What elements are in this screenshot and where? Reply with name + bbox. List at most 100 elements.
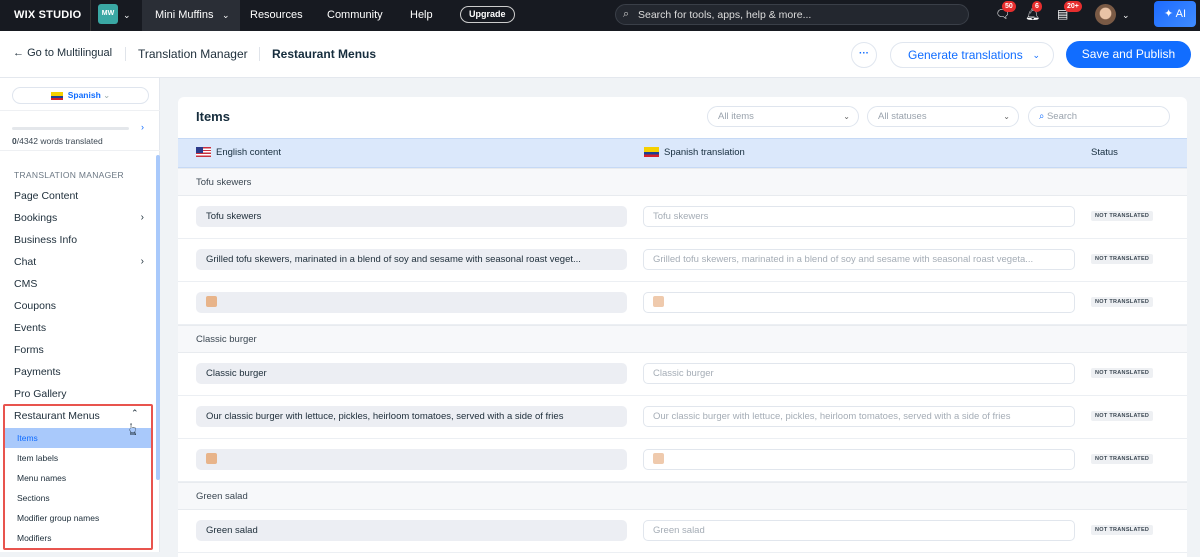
wix-studio-logo: WIX STUDIO [14,9,82,21]
notifications-badge: 6 [1032,1,1042,12]
english-field: Grilled tofu skewers, marinated in a ble… [196,249,627,270]
sidebar-item[interactable]: Bookings › [14,212,144,224]
workspace-avatar[interactable]: MW [98,4,118,24]
search-placeholder: Search [1046,111,1078,122]
items-card: Items All items ⌄ All statuses ⌄ ⌕ Search … [178,97,1187,557]
sidebar-item-label: Forms [14,344,44,356]
arrow-left-icon: ← [13,47,24,59]
sidebar-item[interactable]: Events [14,322,144,334]
english-field: Green salad [196,520,627,541]
save-and-publish-button[interactable]: Save and Publish [1066,41,1191,68]
site-selector[interactable]: Mini Muffins ⌄ [142,0,240,31]
dish-image-icon [653,295,664,307]
dish-image-icon [206,295,217,307]
breadcrumb-current: Restaurant Menus [272,47,377,61]
translation-progress-bar [12,127,129,130]
table-row: Grilled tofu skewers, marinated in a ble… [178,239,1187,282]
sidebar-item[interactable]: Restaurant Menus [14,410,144,422]
spanish-input[interactable]: Our classic burger with lettuce, pickles… [643,406,1075,427]
page-header: ← Go to Multilingual Translation Manager… [0,31,1200,78]
more-actions-button[interactable]: ··· [851,42,877,68]
chevron-right-icon[interactable]: › [141,122,144,132]
items-filter[interactable]: All items ⌄ [707,106,859,127]
status-badge: NOT TRANSLATED [1091,368,1154,378]
search-icon: ⌕ [1039,111,1045,122]
sidebar-item[interactable]: Chat › [14,256,144,268]
sidebar-item[interactable]: Business Info [14,234,144,246]
chevron-up-icon[interactable]: ⌃ [131,408,139,419]
section-title: TRANSLATION MANAGER [14,170,124,180]
progress-text: 0/4342 words translated [12,136,103,146]
sidebar-subitem[interactable]: Modifier group names [3,508,152,528]
spanish-input[interactable]: Classic burger [643,363,1075,384]
back-link[interactable]: ← Go to Multilingual [13,47,112,59]
chevron-down-icon: ⌄ [103,90,111,100]
table-row: NOT TRANSLATED [178,282,1187,325]
user-avatar[interactable] [1095,4,1116,25]
top-bar: WIX STUDIO MW ⌄ Mini Muffins ⌄ Resources … [0,0,1200,31]
sidebar-subitem[interactable]: Sections [3,488,152,508]
group-row: Green salad [178,482,1187,510]
status-filter[interactable]: All statuses ⌄ [867,106,1019,127]
spanish-header: Spanish translation [664,147,745,158]
language-selector[interactable]: Spanish ⌄ [12,87,149,104]
sidebar-subitem[interactable]: Menu names [3,468,152,488]
generate-label: Generate translations [908,48,1023,62]
english-text: Tofu skewers [206,211,262,222]
spanish-input[interactable] [643,449,1075,470]
chevron-down-icon: ⌄ [843,112,850,121]
items-filter-label: All items [718,111,754,122]
table-search-input[interactable]: ⌕ Search [1028,106,1170,127]
ai-label: AI [1175,8,1187,20]
sidebar-item-label: Bookings [14,212,58,224]
table-header: English content Spanish translation Stat… [178,138,1187,168]
sidebar-subitem[interactable]: Modifiers [3,528,152,548]
progress-total: /4342 words translated [16,136,103,146]
english-header: English content [216,147,281,158]
group-row: Tofu skewers [178,168,1187,196]
english-text: Classic burger [206,368,267,379]
chevron-down-icon[interactable]: ⌄ [1122,0,1130,31]
breadcrumb-translation-manager[interactable]: Translation Manager [138,47,248,61]
sidebar-subitem[interactable]: Item labels [3,448,152,468]
status-filter-label: All statuses [878,111,927,122]
ai-button[interactable]: ✦ AI [1154,1,1196,27]
spanish-placeholder: Classic burger [653,368,714,379]
sidebar-item[interactable]: Page Content [14,190,144,202]
group-row: Classic burger [178,325,1187,353]
sidebar-item[interactable]: Pro Gallery [14,388,144,400]
sidebar-item-label: Business Info [14,234,78,246]
column-english: English content [196,139,281,167]
search-placeholder: Search for tools, apps, help & more... [638,9,812,21]
english-text: Green salad [206,525,258,536]
spanish-placeholder: Tofu skewers [653,211,709,222]
table-row: Our classic burger with lettuce, pickles… [178,396,1187,439]
sidebar-item[interactable]: Payments [14,366,144,378]
spanish-input[interactable]: Green salad [643,520,1075,541]
generate-translations-button[interactable]: Generate translations ⌄ [890,42,1054,68]
us-flag-icon [196,147,211,158]
menu-help[interactable]: Help [410,0,433,31]
language-label: Spanish [67,90,101,100]
hand-cursor-icon: 👆︎ [129,419,137,439]
spanish-input[interactable]: Tofu skewers [643,206,1075,227]
spanish-input[interactable] [643,292,1075,313]
chevron-down-icon[interactable]: ⌄ [123,0,131,31]
chevron-down-icon: ⌄ [222,10,230,20]
menu-resources[interactable]: Resources [250,0,303,31]
english-field [196,449,627,470]
dish-image-icon [653,452,664,464]
sidebar-item[interactable]: CMS [14,278,144,290]
status-badge: NOT TRANSLATED [1091,297,1154,307]
sidebar-scrollbar[interactable] [156,155,160,480]
spanish-input[interactable]: Grilled tofu skewers, marinated in a ble… [643,249,1075,270]
sidebar-item[interactable]: Coupons [14,300,144,312]
table-row: NOT TRANSLATED [178,439,1187,482]
upgrade-button[interactable]: Upgrade [460,6,515,23]
sidebar-item[interactable]: Forms [14,344,144,356]
sidebar: Spanish ⌄ › 0/4342 words translated TRAN… [0,78,160,552]
menu-community[interactable]: Community [327,0,383,31]
search-icon: ⌕ [623,8,630,20]
table-row: Tofu skewers Tofu skewers NOT TRANSLATED [178,196,1187,239]
global-search[interactable]: ⌕ Search for tools, apps, help & more... [615,4,969,25]
